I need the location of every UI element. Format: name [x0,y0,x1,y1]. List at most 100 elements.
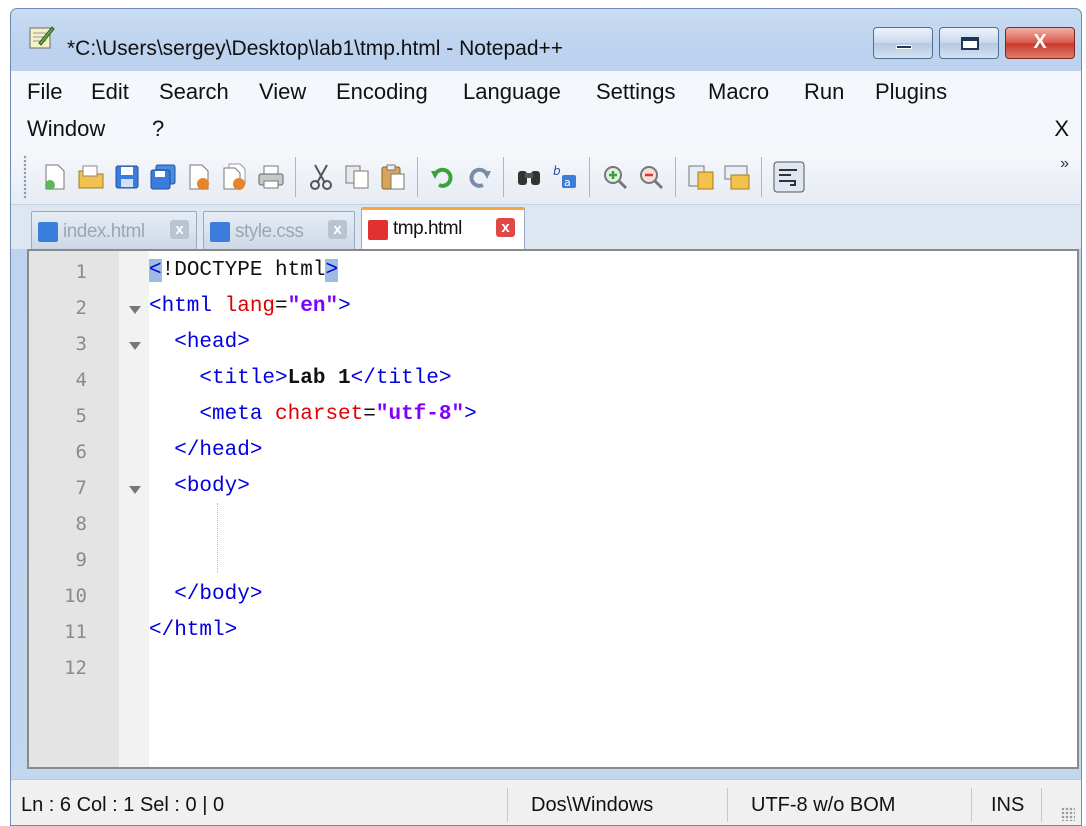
code-editor[interactable]: 1 2 3 4 5 6 7 8 9 10 11 12 <!DOCTYPE htm… [27,249,1079,769]
code-tag: <meta [199,403,263,426]
menu-file[interactable]: File [27,79,62,105]
status-bar: Ln : 6 Col : 1 Sel : 0 | 0 Dos\Windows U… [11,779,1081,825]
code-line-10: </body> [149,583,262,606]
menu-bar: File Edit Search View Encoding Language … [11,71,1081,149]
code-tag: <body> [174,475,250,498]
fold-toggle-icon[interactable] [129,306,141,314]
sync-horizontal-icon[interactable] [723,163,751,191]
bracket-match: < [149,259,162,282]
code-equals: = [275,295,288,318]
fold-toggle-icon[interactable] [129,342,141,350]
tab-close-icon[interactable]: x [496,218,515,237]
close-all-icon[interactable] [221,163,249,191]
code-attribute: charset [275,403,364,426]
toolbar-separator [503,157,504,197]
toolbar-separator [417,157,418,197]
menu-language[interactable]: Language [463,79,561,105]
menu-help[interactable]: ? [152,116,164,142]
notepad-app-icon [29,26,55,49]
status-divider [507,788,508,822]
minimize-button[interactable] [873,27,933,59]
close-document-button[interactable]: X [1054,116,1069,142]
open-file-icon[interactable] [77,163,105,191]
undo-icon[interactable] [429,163,457,191]
menu-edit[interactable]: Edit [91,79,129,105]
close-icon: X [1033,31,1047,53]
code-equals: = [363,403,376,426]
new-file-icon[interactable] [41,163,69,191]
tab-tmp-html[interactable]: tmp.html x [361,207,525,249]
toolbar-grip[interactable] [23,155,27,199]
save-icon[interactable] [113,163,141,191]
menu-search[interactable]: Search [159,79,229,105]
saved-file-icon [38,222,58,242]
sync-vertical-icon[interactable] [687,163,715,191]
saved-file-icon [210,222,230,242]
fold-margin[interactable] [119,251,149,767]
status-divider [971,788,972,822]
line-number: 5 [75,405,87,427]
maximize-icon [961,37,979,50]
code-tag: <title> [199,367,288,390]
insert-mode[interactable]: INS [991,794,1024,817]
word-wrap-icon[interactable] [773,161,805,193]
menu-plugins[interactable]: Plugins [875,79,947,105]
toolbar: ba » [11,149,1081,205]
line-number: 12 [64,657,87,679]
menu-settings[interactable]: Settings [596,79,676,105]
window-title: *C:\Users\sergey\Desktop\lab1\tmp.html -… [67,37,564,60]
menu-macro[interactable]: Macro [708,79,769,105]
tab-close-icon[interactable]: x [170,220,189,239]
modified-file-icon [368,220,388,240]
line-number: 2 [75,297,87,319]
eol-format[interactable]: Dos\Windows [531,794,653,817]
toolbar-separator [675,157,676,197]
cut-icon[interactable] [307,163,335,191]
menu-view[interactable]: View [259,79,306,105]
menu-run[interactable]: Run [804,79,844,105]
toolbar-separator [295,157,296,197]
zoom-out-icon[interactable] [637,163,665,191]
close-file-icon[interactable] [185,163,213,191]
status-divider [1041,788,1042,822]
status-divider [727,788,728,822]
redo-icon[interactable] [465,163,493,191]
close-window-button[interactable]: X [1005,27,1075,59]
indent-guide [217,503,218,573]
line-number: 1 [75,261,87,283]
code-value: "utf-8" [375,403,465,426]
zoom-in-icon[interactable] [601,163,629,191]
tab-style-css[interactable]: style.css x [203,211,355,249]
code-text: Lab 1 [287,367,351,390]
minimize-icon [896,45,912,49]
code-tag: <html [149,295,213,318]
tab-close-icon[interactable]: x [328,220,347,239]
code-line-4: <title>Lab 1</title> [149,367,451,390]
replace-icon[interactable]: ba [551,163,579,191]
find-icon[interactable] [515,163,543,191]
code-tag: > [464,403,477,426]
toolbar-separator [761,157,762,197]
file-encoding[interactable]: UTF-8 w/o BOM [751,794,895,817]
print-icon[interactable] [257,163,285,191]
toolbar-overflow-button[interactable]: » [1060,155,1069,173]
paste-icon[interactable] [379,163,407,191]
line-number-gutter [29,251,119,767]
title-bar[interactable]: *C:\Users\sergey\Desktop\lab1\tmp.html -… [11,9,1081,60]
fold-toggle-icon[interactable] [129,486,141,494]
code-tag: <head> [174,331,250,354]
resize-grip[interactable] [1061,807,1075,821]
code-value: "en" [287,295,339,318]
maximize-button[interactable] [939,27,999,59]
menu-encoding[interactable]: Encoding [336,79,428,105]
line-number: 8 [75,513,87,535]
copy-icon[interactable] [343,163,371,191]
tab-label: style.css [235,221,304,242]
save-all-icon[interactable] [149,163,177,191]
line-number: 9 [75,549,87,571]
tab-index-html[interactable]: index.html x [31,211,197,249]
code-tag: </body> [174,583,263,606]
menu-window[interactable]: Window [27,116,105,142]
doctype-text: !DOCTYPE html [161,259,326,282]
code-line-11: </html> [149,619,237,642]
